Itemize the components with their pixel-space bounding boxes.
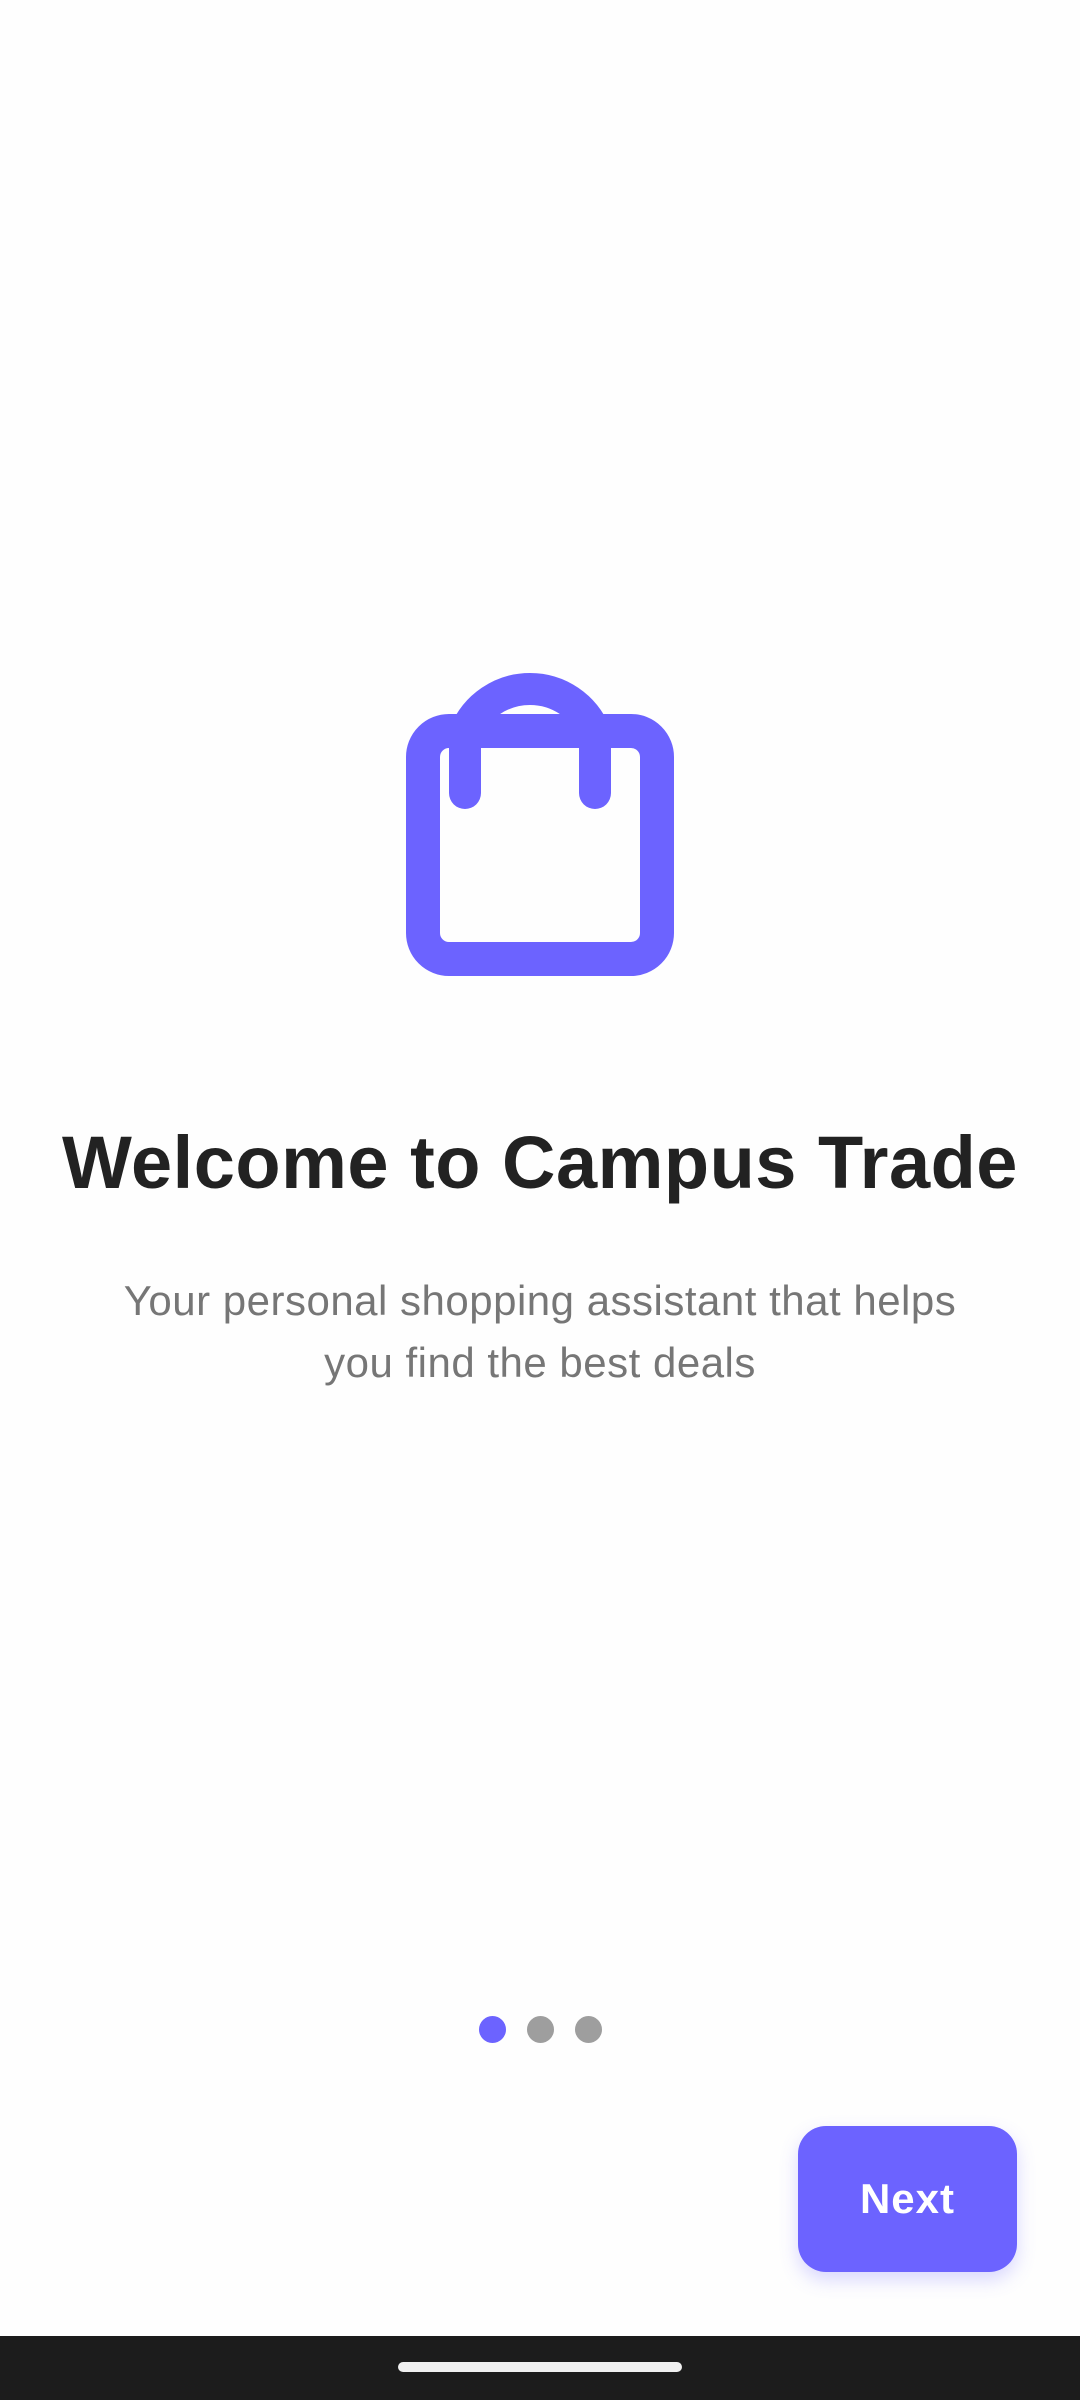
page-title: Welcome to Campus Trade bbox=[62, 1121, 1018, 1204]
home-indicator[interactable] bbox=[398, 2362, 682, 2372]
shopping-bag-icon bbox=[405, 648, 675, 978]
next-button[interactable]: Next bbox=[798, 2126, 1017, 2272]
page-indicator bbox=[0, 2016, 1080, 2043]
page-indicator-dot-3[interactable] bbox=[574, 2016, 602, 2043]
page-indicator-dot-1[interactable] bbox=[478, 2016, 506, 2043]
page-subtitle: Your personal shopping assistant that he… bbox=[123, 1277, 957, 1386]
onboarding-screen: Welcome to Campus Trade Your personal sh… bbox=[0, 0, 1080, 2400]
page-indicator-dot-2[interactable] bbox=[526, 2016, 554, 2043]
